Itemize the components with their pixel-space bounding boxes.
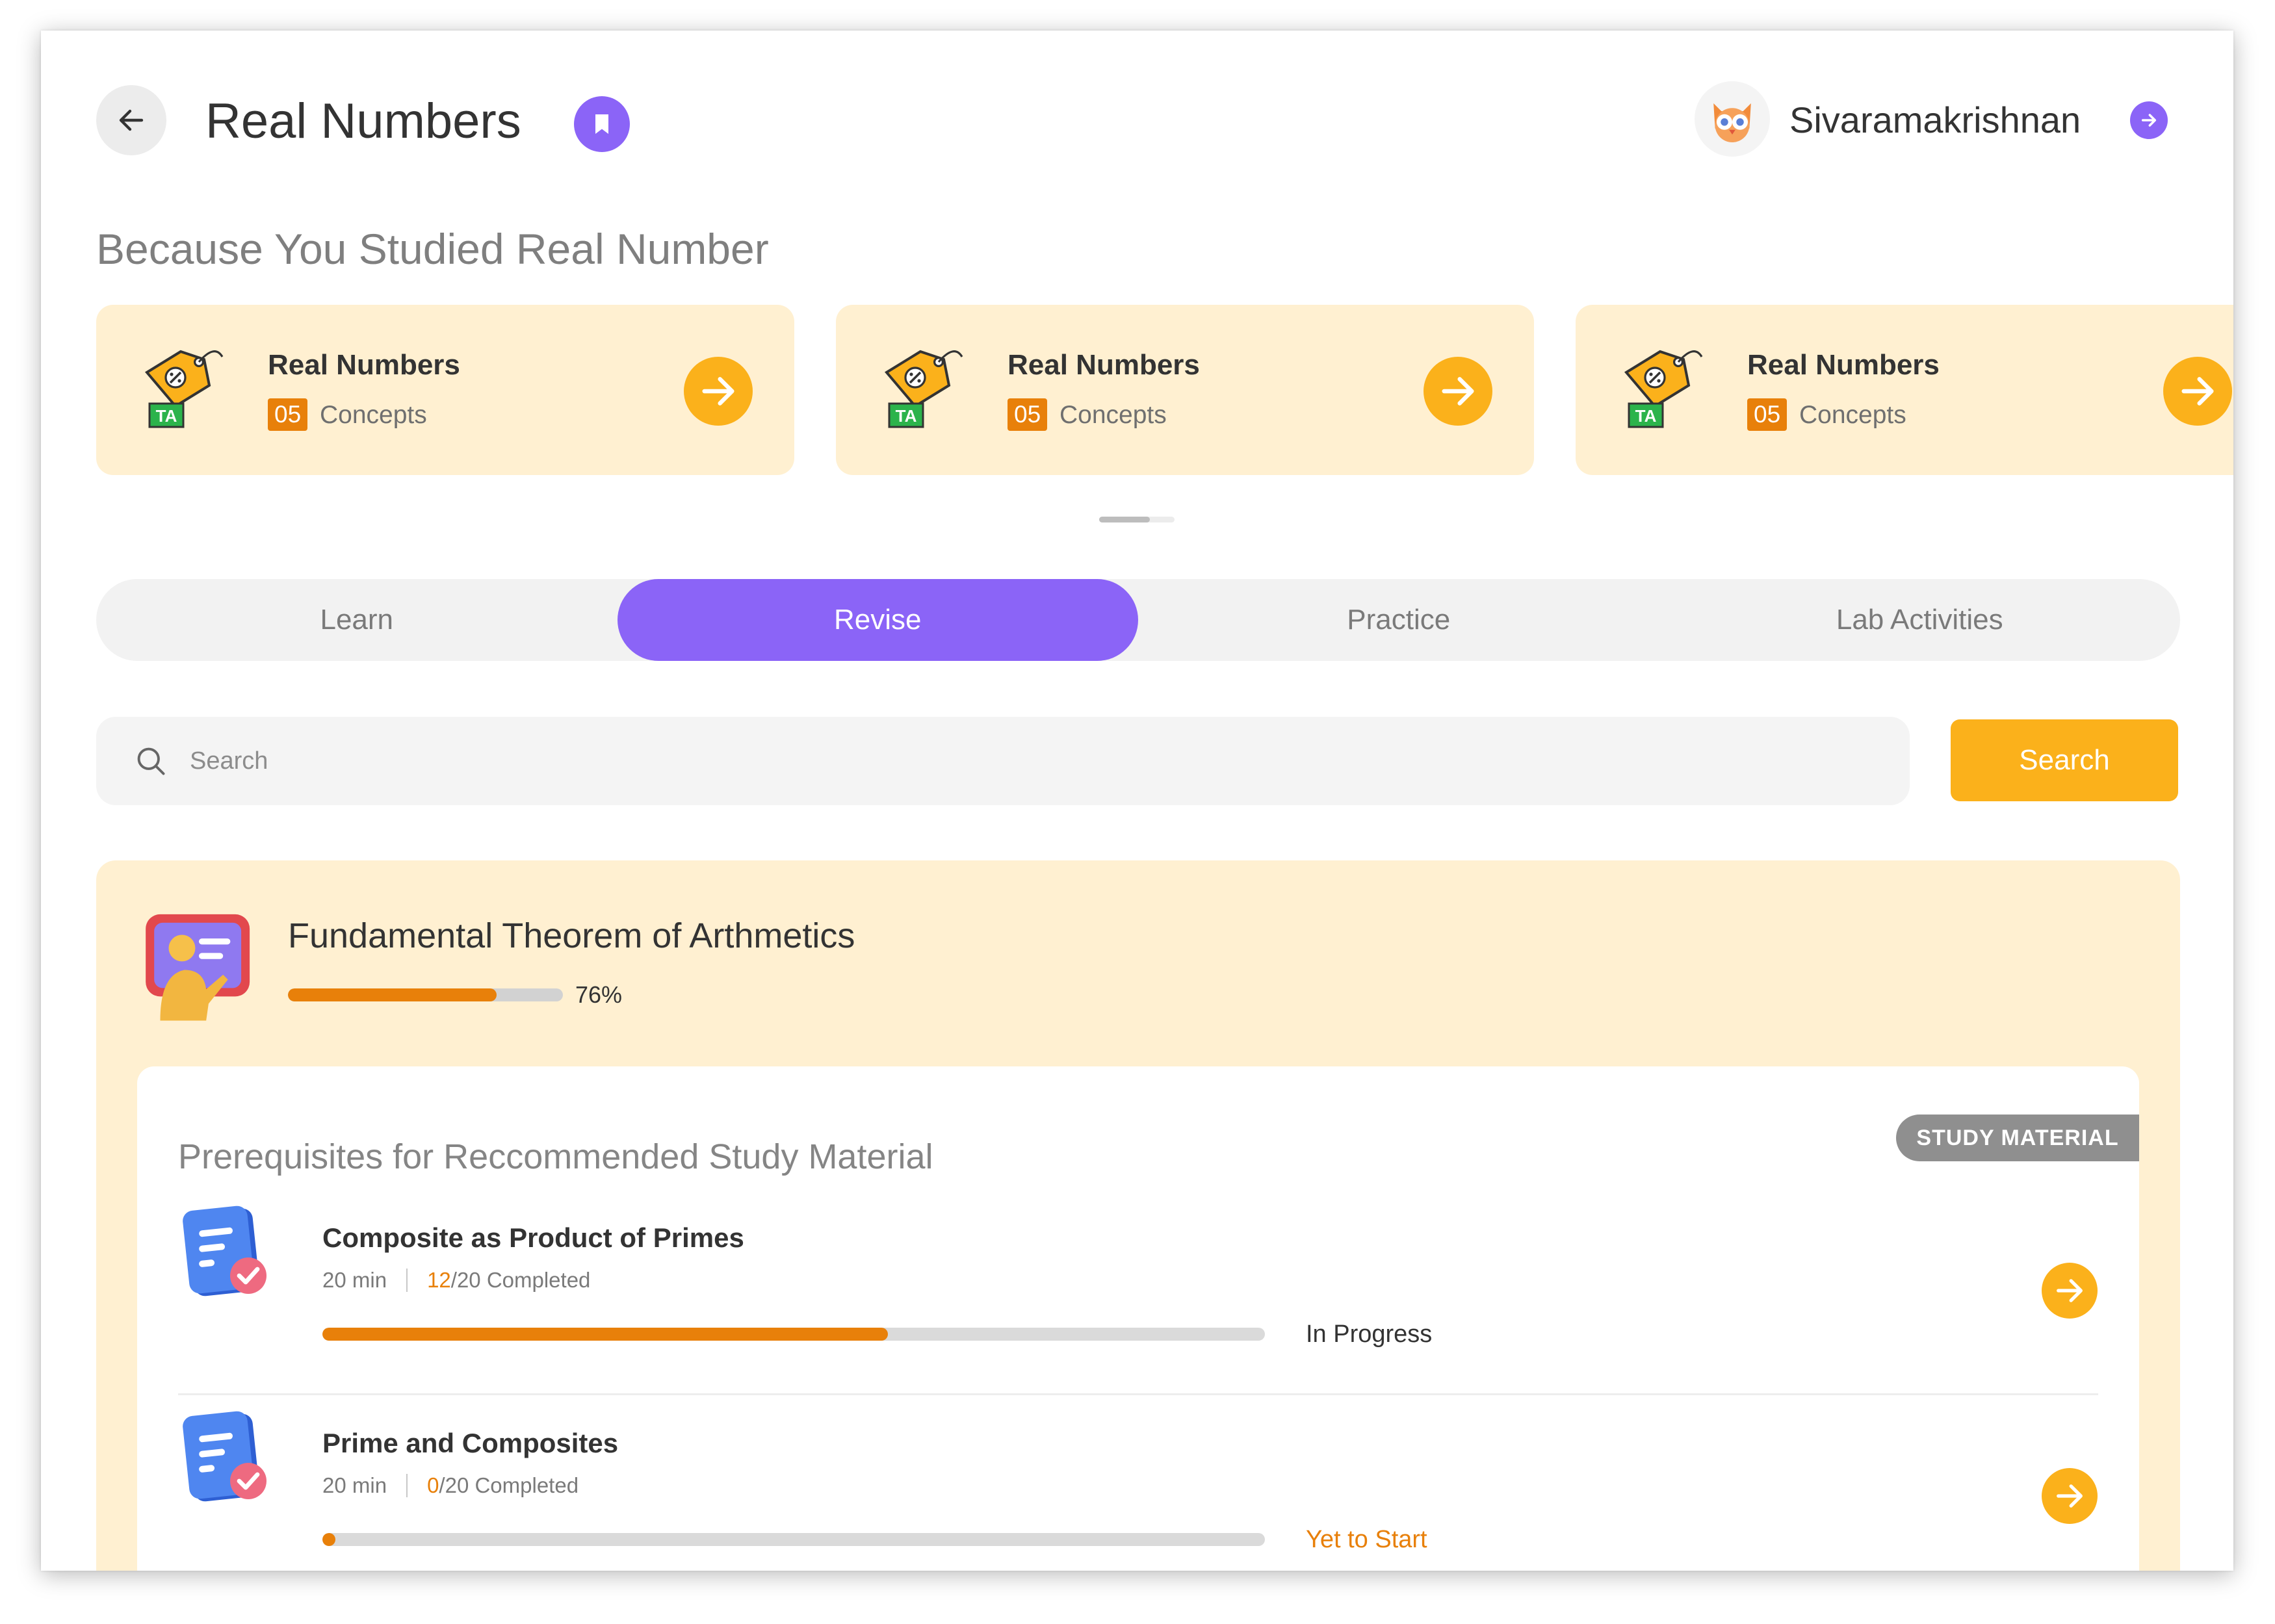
concept-count-label: Concepts bbox=[320, 401, 427, 429]
material-progress-bar bbox=[322, 1328, 1265, 1341]
search-bar bbox=[96, 717, 1910, 805]
open-card-button[interactable] bbox=[2163, 357, 2232, 426]
back-button[interactable] bbox=[96, 85, 166, 155]
recommendation-card[interactable]: TA Real Numbers 05 Concepts bbox=[836, 305, 1534, 475]
search-icon bbox=[134, 743, 170, 779]
material-completed-count: 0 bbox=[427, 1473, 439, 1497]
tag-icon: TA bbox=[1624, 350, 1703, 428]
tag-icon-label: TA bbox=[156, 406, 177, 426]
card-title: Real Numbers bbox=[268, 349, 460, 381]
recommendation-card[interactable]: TA Real Numbers 05 Concepts bbox=[96, 305, 794, 475]
material-progress-fill bbox=[322, 1533, 335, 1546]
meta-divider bbox=[406, 1474, 408, 1497]
tag-icon: TA bbox=[144, 350, 224, 428]
material-duration: 20 min bbox=[322, 1268, 387, 1292]
page-title: Real Numbers bbox=[205, 94, 521, 149]
topic-progress-label: 76% bbox=[575, 981, 623, 1008]
app-window: Real Numbers Sivaramakrishnan Because Yo… bbox=[41, 31, 2233, 1571]
topic-progress-fill bbox=[288, 988, 497, 1001]
carousel-scroll-thumb[interactable] bbox=[1099, 517, 1150, 522]
document-check-icon bbox=[183, 1411, 266, 1502]
concept-count-label: Concepts bbox=[1060, 401, 1167, 429]
tag-icon: TA bbox=[884, 350, 963, 428]
material-title[interactable]: Composite as Product of Primes bbox=[322, 1221, 744, 1255]
arrow-right-icon bbox=[2057, 1484, 2083, 1508]
search-input[interactable] bbox=[190, 747, 1880, 775]
document-check-icon bbox=[183, 1205, 266, 1296]
open-material-button[interactable] bbox=[2042, 1468, 2098, 1524]
tab-bar: Learn Revise Practice Lab Activities bbox=[96, 579, 2180, 661]
list-divider bbox=[178, 1393, 2098, 1395]
arrow-right-icon bbox=[1442, 377, 1474, 406]
profile-arrow-button[interactable] bbox=[2130, 101, 2168, 139]
arrow-right-icon bbox=[2141, 114, 2157, 127]
material-total-label: /20 Completed bbox=[450, 1268, 591, 1292]
arrow-right-icon bbox=[2057, 1279, 2083, 1302]
tag-icon-label: TA bbox=[896, 406, 917, 426]
concept-count-badge: 05 bbox=[1747, 398, 1788, 431]
arrow-right-icon bbox=[2181, 377, 2214, 406]
card-title: Real Numbers bbox=[1008, 349, 1200, 381]
concept-count-label: Concepts bbox=[1799, 401, 1906, 429]
bookmark-icon bbox=[595, 114, 608, 134]
card-title: Real Numbers bbox=[1747, 349, 1940, 381]
material-progress-fill bbox=[322, 1328, 888, 1341]
material-meta: 20 min 12 /20 Completed bbox=[322, 1267, 590, 1294]
arrow-left-icon bbox=[119, 109, 144, 131]
material-title[interactable]: Prime and Composites bbox=[322, 1426, 618, 1460]
bookmark-button[interactable] bbox=[574, 96, 630, 152]
material-completed-count: 12 bbox=[427, 1268, 451, 1292]
material-status: Yet to Start bbox=[1306, 1526, 1427, 1553]
study-material-heading: Prerequisites for Reccommended Study Mat… bbox=[178, 1137, 933, 1176]
material-meta: 20 min 0 /20 Completed bbox=[322, 1472, 578, 1499]
teacher-board-icon bbox=[146, 914, 250, 1021]
concept-count-badge: 05 bbox=[268, 398, 308, 431]
recommendations-heading: Because You Studied Real Number bbox=[96, 225, 769, 273]
tab-practice[interactable]: Practice bbox=[1138, 579, 1659, 661]
avatar[interactable] bbox=[1695, 81, 1770, 157]
tab-revise[interactable]: Revise bbox=[617, 579, 1138, 661]
user-name[interactable]: Sivaramakrishnan bbox=[1789, 98, 2081, 142]
concept-count-badge: 05 bbox=[1008, 398, 1048, 431]
tab-learn[interactable]: Learn bbox=[96, 579, 618, 661]
open-material-button[interactable] bbox=[2042, 1263, 2098, 1319]
material-progress-bar bbox=[322, 1533, 1265, 1546]
material-duration: 20 min bbox=[322, 1473, 387, 1497]
tab-lab-activities[interactable]: Lab Activities bbox=[1659, 579, 2181, 661]
topic-progress-bar bbox=[288, 988, 563, 1001]
study-material-badge: STUDY MATERIAL bbox=[1896, 1115, 2139, 1161]
recommendation-card[interactable]: TA Real Numbers 05 Concepts bbox=[1576, 305, 2233, 475]
search-button[interactable]: Search bbox=[1951, 719, 2178, 801]
material-status: In Progress bbox=[1306, 1321, 1433, 1348]
tag-icon-label: TA bbox=[1635, 406, 1657, 426]
open-card-button[interactable] bbox=[1424, 357, 1492, 426]
topic-title: Fundamental Theorem of Arthmetics bbox=[288, 916, 855, 955]
open-card-button[interactable] bbox=[684, 357, 753, 426]
owl-avatar-icon bbox=[1713, 103, 1751, 142]
material-total-label: /20 Completed bbox=[439, 1473, 579, 1497]
arrow-right-icon bbox=[702, 377, 734, 406]
meta-divider bbox=[406, 1269, 408, 1292]
